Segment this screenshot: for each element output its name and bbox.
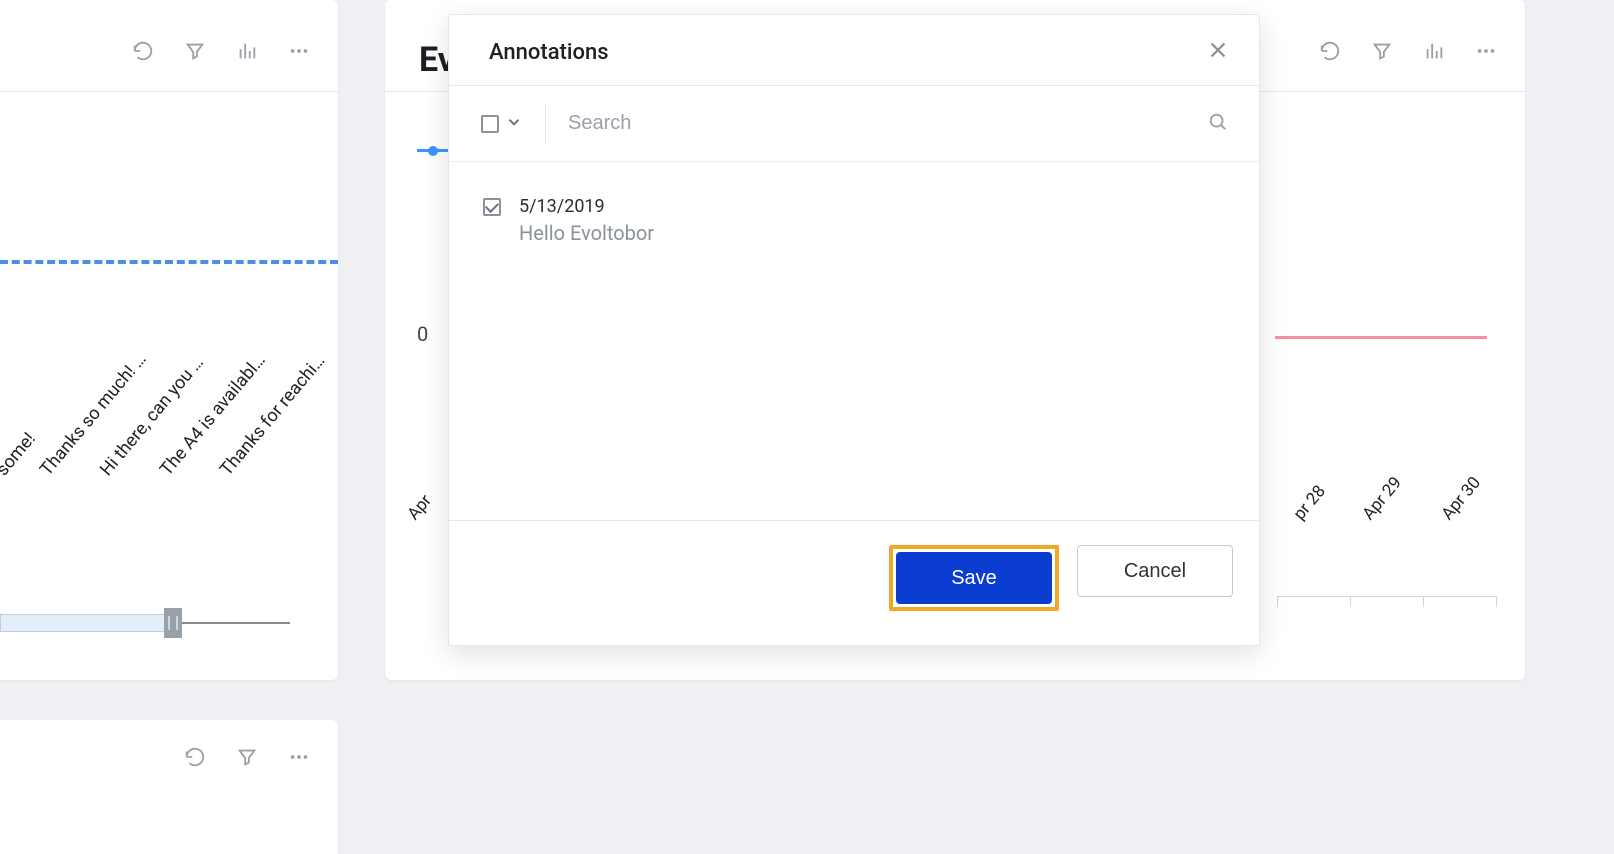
x-axis-labels: some! Thanks so much! … Hi there, can yo… <box>0 320 338 580</box>
slider-handle[interactable] <box>164 608 182 638</box>
x-ticks-right: pr 28 Apr 29 Apr 30 <box>1305 504 1503 524</box>
more-icon[interactable] <box>288 40 310 62</box>
checkbox-checked-icon[interactable] <box>483 198 501 216</box>
left-chart-card-2 <box>0 720 338 854</box>
refresh-icon[interactable] <box>1319 40 1341 62</box>
x-tick: Apr 29 <box>1358 473 1405 524</box>
x-label: Thanks for reachi… <box>216 351 329 480</box>
filter-icon[interactable] <box>1371 40 1393 62</box>
highlight-save: Save <box>889 545 1059 611</box>
annotation-title: Hello Evoltobor <box>519 221 654 245</box>
chevron-down-icon[interactable] <box>505 113 523 135</box>
x-label: The A4 is availabl… <box>156 350 270 480</box>
x-label: Thanks so much! … <box>36 349 151 480</box>
bar-chart-icon[interactable] <box>236 40 258 62</box>
more-icon[interactable] <box>288 746 310 768</box>
left-chart-card: some! Thanks so much! … Hi there, can yo… <box>0 0 338 680</box>
x-tick: pr 28 <box>1290 482 1330 524</box>
checkbox-icon[interactable] <box>481 115 499 133</box>
range-slider[interactable] <box>0 608 290 632</box>
x-tick: Apr 30 <box>1438 473 1485 524</box>
bar-chart-icon[interactable] <box>1423 40 1445 62</box>
modal-title: Annotations <box>489 40 609 65</box>
annotation-date: 5/13/2019 <box>519 196 654 217</box>
left-card-toolbar <box>0 0 338 92</box>
annotation-text: 5/13/2019 Hello Evoltobor <box>519 196 654 245</box>
filter-icon[interactable] <box>236 746 258 768</box>
mini-range-track[interactable] <box>1277 596 1497 612</box>
modal-body: 5/13/2019 Hello Evoltobor <box>449 162 1259 520</box>
legend-series-marker <box>417 140 449 159</box>
x-label: some! <box>0 429 40 480</box>
close-icon[interactable] <box>1207 39 1229 65</box>
refresh-icon[interactable] <box>184 746 206 768</box>
search-icon[interactable] <box>1207 111 1229 137</box>
chart-dashed-series <box>0 260 338 264</box>
search-input[interactable] <box>546 112 1207 135</box>
cancel-button[interactable]: Cancel <box>1077 545 1233 597</box>
select-all-toggle[interactable] <box>481 104 546 144</box>
chart-pink-series <box>1275 336 1487 339</box>
annotations-modal: Annotations 5/13/2019 Hello Evoltobor Sa… <box>448 14 1260 646</box>
refresh-icon[interactable] <box>132 40 154 62</box>
modal-search-row <box>449 86 1259 162</box>
modal-footer: Save Cancel <box>449 520 1259 635</box>
more-icon[interactable] <box>1475 40 1497 62</box>
x-label: Hi there, can you … <box>96 352 208 480</box>
modal-header: Annotations <box>449 15 1259 86</box>
save-button[interactable]: Save <box>896 552 1052 604</box>
annotation-item[interactable]: 5/13/2019 Hello Evoltobor <box>483 196 1225 245</box>
filter-icon[interactable] <box>184 40 206 62</box>
x-tick: Apr <box>404 491 436 524</box>
y-axis-zero: 0 <box>417 322 428 346</box>
